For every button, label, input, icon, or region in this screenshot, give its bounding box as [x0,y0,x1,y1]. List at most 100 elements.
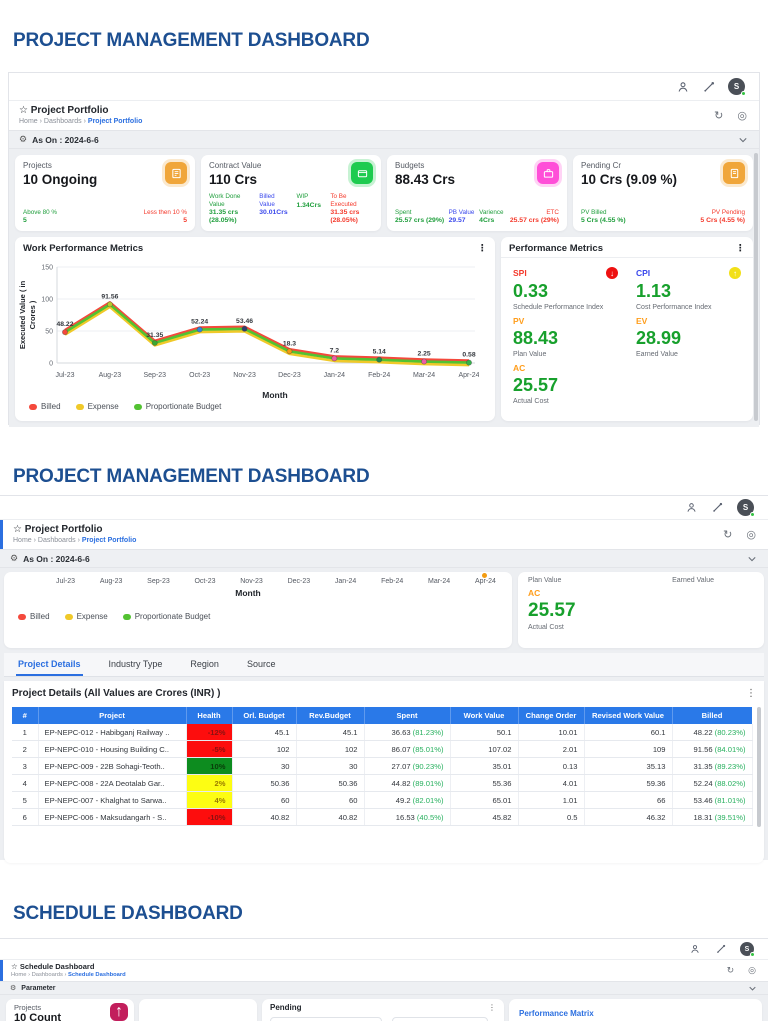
as-on-bar[interactable]: ⚙ As On : 2024-6-6 [9,130,759,149]
breadcrumb-home[interactable]: Home [19,118,38,125]
online-status-dot [750,952,755,957]
cell-change-order: 1.01 [518,791,585,809]
refresh-icon[interactable]: ↻ [723,528,732,541]
cell-orl-budget: 50.36 [232,774,297,792]
chart-point-partial [482,573,487,578]
x-axis-label: Month [262,390,288,400]
x-axis-label: Month [235,588,261,598]
chart-legend: Billed Expense Proportionate Budget [15,400,495,411]
legend-item-expense[interactable]: Expense [75,402,119,411]
refresh-icon[interactable]: ↻ [714,109,723,122]
legend-item-billed[interactable]: Billed [18,612,50,621]
legend-item-proportionate-budget[interactable]: Proportionate Budget [133,402,221,411]
col-orl-budget: Orl. Budget [232,707,297,724]
table-row[interactable]: 1 EP-NEPC-012 - Habibganj Railway .. -12% 4… [12,724,753,741]
ac-code: AC [528,588,541,598]
svg-text:48.22: 48.22 [56,321,73,328]
kebab-menu-icon[interactable]: ⋮ [488,1003,496,1013]
svg-text:2.25: 2.25 [417,351,430,358]
chevron-down-icon[interactable] [749,985,756,992]
expand-icon[interactable] [711,501,724,514]
svg-text:0.58: 0.58 [462,352,475,359]
table-header-row: # Project Health Orl. Budget Rev.Budget … [12,707,753,724]
avatar[interactable]: S [737,499,755,517]
pending-box [270,1017,382,1021]
avatar-initial: S [742,503,749,512]
as-on-bar[interactable]: ⚙ As On : 2024-6-6 [0,549,768,568]
empty-card [139,999,257,1021]
expand-icon[interactable] [702,80,715,93]
col-revised-work-value: Revised Work Value [584,707,673,724]
breadcrumb-dashboards[interactable]: Dashboards [38,537,76,544]
dashboard-toolbar: S [0,496,768,520]
col-health: Health [186,707,233,724]
svg-text:52.24: 52.24 [191,319,208,326]
table-row[interactable]: 5 EP-NEPC-007 - Khalghat to Sarwa.. 4% 60 60… [12,791,753,809]
up-arrow-icon: ↑ [110,1003,128,1021]
cell-project: EP-NEPC-007 - Khalghat to Sarwa.. [38,791,187,809]
cell-work-value: 50.1 [450,724,519,741]
avatar[interactable]: S [740,942,755,957]
tab-industry-type[interactable]: Industry Type [99,653,173,676]
table-row[interactable]: 4 EP-NEPC-008 - 22A Deotalab Gar.. 2% 50.36… [12,774,753,792]
chevron-down-icon[interactable] [739,136,747,144]
table-scrollbar[interactable] [757,707,761,827]
vertical-scrollbar[interactable] [754,153,758,421]
cell-revised-work-value: 35.13 [584,757,673,775]
table-row[interactable]: 2 EP-NEPC-010 - Housing Building C.. -5% 10… [12,740,753,758]
cell-rev-budget: 60 [296,791,365,809]
chevron-down-icon[interactable] [748,555,756,563]
pv-caption: Plan Value [528,577,562,584]
svg-text:91.56: 91.56 [101,293,118,300]
tab-source[interactable]: Source [237,653,286,676]
cell-change-order: 10.01 [518,724,585,741]
target-icon[interactable]: ◎ [748,965,756,976]
tab-project-details[interactable]: Project Details [8,653,91,676]
svg-text:100: 100 [41,297,53,304]
target-icon[interactable]: ◎ [746,528,756,541]
avatar[interactable]: S [728,78,746,96]
svg-text:Jul-23: Jul-23 [55,372,74,379]
tab-region[interactable]: Region [180,653,229,676]
expand-icon[interactable] [714,943,727,956]
cell-change-order: 2.01 [518,740,585,758]
cell-work-value: 107.02 [450,740,519,758]
breadcrumb-home[interactable]: Home [13,537,32,544]
target-icon[interactable]: ◎ [737,109,747,122]
svg-text:Nov-23: Nov-23 [233,372,256,379]
user-icon[interactable] [685,501,698,514]
legend-item-expense[interactable]: Expense [64,612,108,621]
refresh-icon[interactable]: ↻ [727,965,735,976]
table-row[interactable]: 3 EP-NEPC-009 - 22B Sohagi-Teoth.. 10% 30 30… [12,757,753,775]
kebab-menu-icon[interactable]: ⋮ [736,243,746,254]
performance-metrics-bottom: Plan Value Earned Value AC 25.57 Actual … [518,572,764,648]
svg-text:150: 150 [41,265,53,272]
dashboard-project-portfolio-2: S ☆ Project Portfolio Home › Dashboards … [0,495,768,863]
legend-item-proportionate-budget[interactable]: Proportionate Budget [122,612,210,621]
performance-matrix-panel: Performance Matrix SPI ↓ CPI ↑ [509,999,762,1021]
cell-revised-work-value: 60.1 [584,724,673,741]
chart-legend: Billed Expense Proportionate Budget [4,610,512,621]
user-icon[interactable] [688,943,701,956]
breadcrumb-dashboards[interactable]: Dashboards [44,118,82,125]
cell-revised-work-value: 109 [584,740,673,758]
cell-change-order: 0.13 [518,757,585,775]
breadcrumb: Home › Dashboards › Schedule Dashboard [11,972,126,978]
col-rev-budget: Rev.Budget [296,707,365,724]
kpi-stat: Billed Value 30.01Crs [259,193,288,216]
svg-text:Dec-23: Dec-23 [278,372,301,379]
col-num: # [12,707,39,724]
table-title: Project Details (All Values are Crores (… [12,688,221,699]
svg-text:31.35: 31.35 [146,332,163,339]
metric-pv: PV 88.43 Plan Value [513,316,559,358]
user-icon[interactable] [676,80,689,93]
breadcrumb-dashboards[interactable]: Dashboards [32,972,63,978]
kebab-menu-icon[interactable]: ⋮ [478,243,488,254]
kebab-menu-icon[interactable]: ⋮ [746,688,756,699]
legend-item-billed[interactable]: Billed [29,402,61,411]
filter-gear-icon: ⚙ [10,985,17,992]
breadcrumb-home[interactable]: Home [11,972,26,978]
table-row[interactable]: 6 EP-NEPC-006 - Maksudangarh - S.. -10% 40.… [12,808,753,826]
work-performance-chart-bottom: Jul-23 Aug-23 Sep-23 Oct-23 Nov-23 Dec-23 Jan-… [4,572,512,648]
parameter-bar[interactable]: ⚙ Parameter [0,981,768,995]
